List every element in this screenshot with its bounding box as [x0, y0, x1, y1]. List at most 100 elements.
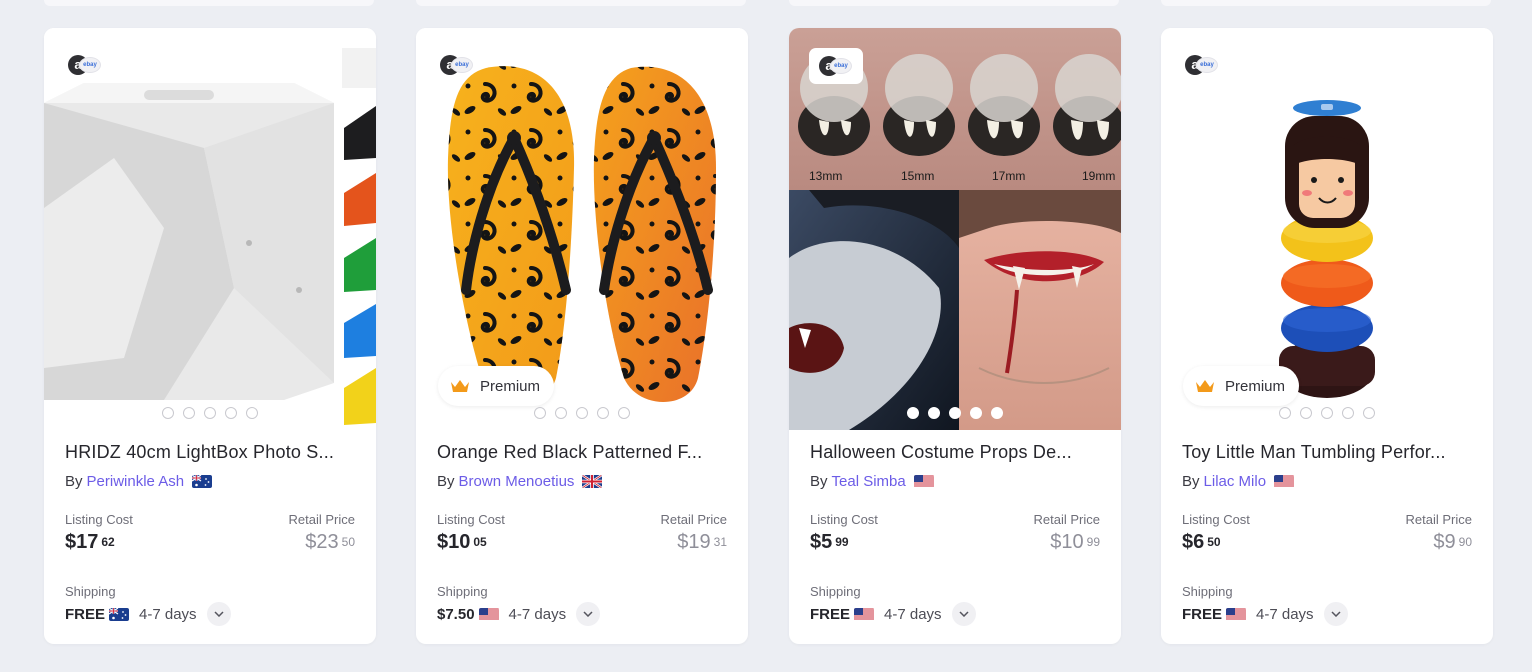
- seller-link[interactable]: Brown Menoetius: [459, 473, 575, 490]
- carousel-dot[interactable]: [204, 407, 216, 419]
- product-title[interactable]: HRIDZ 40cm LightBox Photo S...: [65, 442, 355, 463]
- retail-price-value: $9 90: [1433, 531, 1472, 554]
- source-marketplace-icon: a ebay: [440, 55, 474, 75]
- listing-cost-cents: 99: [835, 535, 849, 549]
- product-image-carousel[interactable]: a ebay: [44, 28, 376, 430]
- listing-cost-whole: $10: [437, 531, 471, 553]
- listing-cost-whole: $17: [65, 531, 99, 553]
- carousel-dot[interactable]: [1300, 407, 1312, 419]
- shipping-days: 4-7 days: [1256, 605, 1314, 623]
- image-size-label: 15mm: [901, 169, 934, 183]
- carousel-dot[interactable]: [1342, 407, 1354, 419]
- carousel-dot[interactable]: [597, 407, 609, 419]
- premium-label: Premium: [480, 377, 541, 395]
- retail-price-cents: 99: [1086, 535, 1100, 549]
- seller-link[interactable]: Teal Simba: [832, 473, 906, 490]
- previous-row-edge: [44, 0, 374, 6]
- carousel-dot[interactable]: [928, 407, 940, 419]
- carousel-dots: [44, 407, 376, 419]
- product-image-carousel[interactable]: a ebay Premium: [1161, 28, 1493, 430]
- source-marketplace-icon: a ebay: [68, 55, 102, 75]
- shipping-label: Shipping: [437, 584, 488, 599]
- us-flag-icon: [1274, 475, 1295, 488]
- carousel-dot[interactable]: [246, 407, 258, 419]
- listing-cost-whole: $6: [1182, 531, 1205, 553]
- product-title[interactable]: Halloween Costume Props De...: [810, 442, 1100, 463]
- seller-line: By Teal Simba: [810, 473, 934, 490]
- carousel-dot[interactable]: [534, 407, 546, 419]
- carousel-dot[interactable]: [949, 407, 961, 419]
- shipping-expand-button[interactable]: [951, 602, 976, 626]
- product-card[interactable]: a ebay Premium Toy Little Man Tumbling Pe…: [1161, 28, 1493, 644]
- product-image-carousel[interactable]: a ebay Premium: [416, 28, 748, 430]
- previous-row-edge: [416, 0, 746, 6]
- carousel-dot[interactable]: [991, 407, 1003, 419]
- retail-price-value: $23 50: [305, 531, 355, 554]
- shipping-days: 4-7 days: [508, 605, 567, 623]
- retail-price-whole: $19: [677, 531, 711, 553]
- premium-badge: Premium: [438, 366, 555, 406]
- product-card[interactable]: a ebay HRIDZ 40cm LightBox Photo S... By …: [44, 28, 376, 644]
- product-card[interactable]: 13mm 15mm 17mm 19mm a ebay Halloween Cos…: [789, 28, 1121, 644]
- shipping-expand-button[interactable]: [576, 602, 601, 626]
- product-image-carousel[interactable]: 13mm 15mm 17mm 19mm a ebay: [789, 28, 1121, 430]
- source-marketplace-badge: a ebay: [1183, 50, 1221, 80]
- australia-flag-icon: [109, 607, 130, 621]
- shipping-expand-button[interactable]: [206, 602, 231, 626]
- retail-price-cents: 90: [1458, 535, 1472, 549]
- listing-cost-value: $5 99: [810, 531, 849, 554]
- premium-badge: Premium: [1183, 366, 1300, 406]
- retail-price-cents: 50: [341, 535, 355, 549]
- source-marketplace-badge: a ebay: [438, 50, 476, 80]
- carousel-dot[interactable]: [225, 407, 237, 419]
- retail-price-label: Retail Price: [1405, 512, 1472, 527]
- retail-price-value: $19 31: [677, 531, 727, 554]
- retail-price-whole: $23: [305, 531, 339, 553]
- carousel-dot[interactable]: [907, 407, 919, 419]
- shipping-row: FREE 4-7 days: [810, 602, 976, 626]
- seller-link[interactable]: Lilac Milo: [1204, 473, 1267, 490]
- source-marketplace-badge: a ebay: [809, 48, 863, 84]
- image-size-label: 19mm: [1082, 169, 1115, 183]
- shipping-cost: $7.50: [437, 605, 475, 623]
- carousel-dot[interactable]: [1321, 407, 1333, 419]
- carousel-dot[interactable]: [970, 407, 982, 419]
- shipping-row: $7.50 4-7 days: [437, 602, 601, 626]
- us-flag-icon: [913, 475, 934, 488]
- by-prefix: By: [437, 473, 455, 490]
- product-title[interactable]: Orange Red Black Patterned F...: [437, 442, 727, 463]
- shipping-expand-button[interactable]: [1323, 602, 1348, 626]
- carousel-dot[interactable]: [1279, 407, 1291, 419]
- carousel-dot[interactable]: [576, 407, 588, 419]
- source-marketplace-icon: a ebay: [1185, 55, 1219, 75]
- crown-icon: [1196, 380, 1214, 392]
- seller-line: By Periwinkle Ash: [65, 473, 213, 490]
- retail-price-label: Retail Price: [1033, 512, 1100, 527]
- by-prefix: By: [810, 473, 828, 490]
- chevron-down-icon: [583, 611, 593, 617]
- carousel-dot[interactable]: [1363, 407, 1375, 419]
- product-card[interactable]: a ebay Premium Orange Red Black Patterned…: [416, 28, 748, 644]
- australia-flag-icon: [192, 475, 213, 488]
- shipping-label: Shipping: [65, 584, 116, 599]
- carousel-dots: [1161, 407, 1493, 419]
- carousel-dots: [416, 407, 748, 419]
- carousel-dot[interactable]: [183, 407, 195, 419]
- seller-link[interactable]: Periwinkle Ash: [87, 473, 185, 490]
- shipping-label: Shipping: [1182, 584, 1233, 599]
- carousel-dot[interactable]: [618, 407, 630, 419]
- seller-line: By Brown Menoetius: [437, 473, 603, 490]
- premium-label: Premium: [1225, 377, 1286, 395]
- seller-line: By Lilac Milo: [1182, 473, 1295, 490]
- retail-price-cents: 31: [713, 535, 727, 549]
- us-flag-icon: [1226, 607, 1247, 621]
- listing-cost-value: $17 62: [65, 531, 115, 554]
- carousel-dot[interactable]: [162, 407, 174, 419]
- us-flag-icon: [854, 607, 875, 621]
- shipping-label: Shipping: [810, 584, 861, 599]
- carousel-dot[interactable]: [555, 407, 567, 419]
- listing-cost-cents: 05: [473, 535, 487, 549]
- product-title[interactable]: Toy Little Man Tumbling Perfor...: [1182, 442, 1472, 463]
- listing-cost-label: Listing Cost: [810, 512, 878, 527]
- us-flag-icon: [478, 607, 499, 621]
